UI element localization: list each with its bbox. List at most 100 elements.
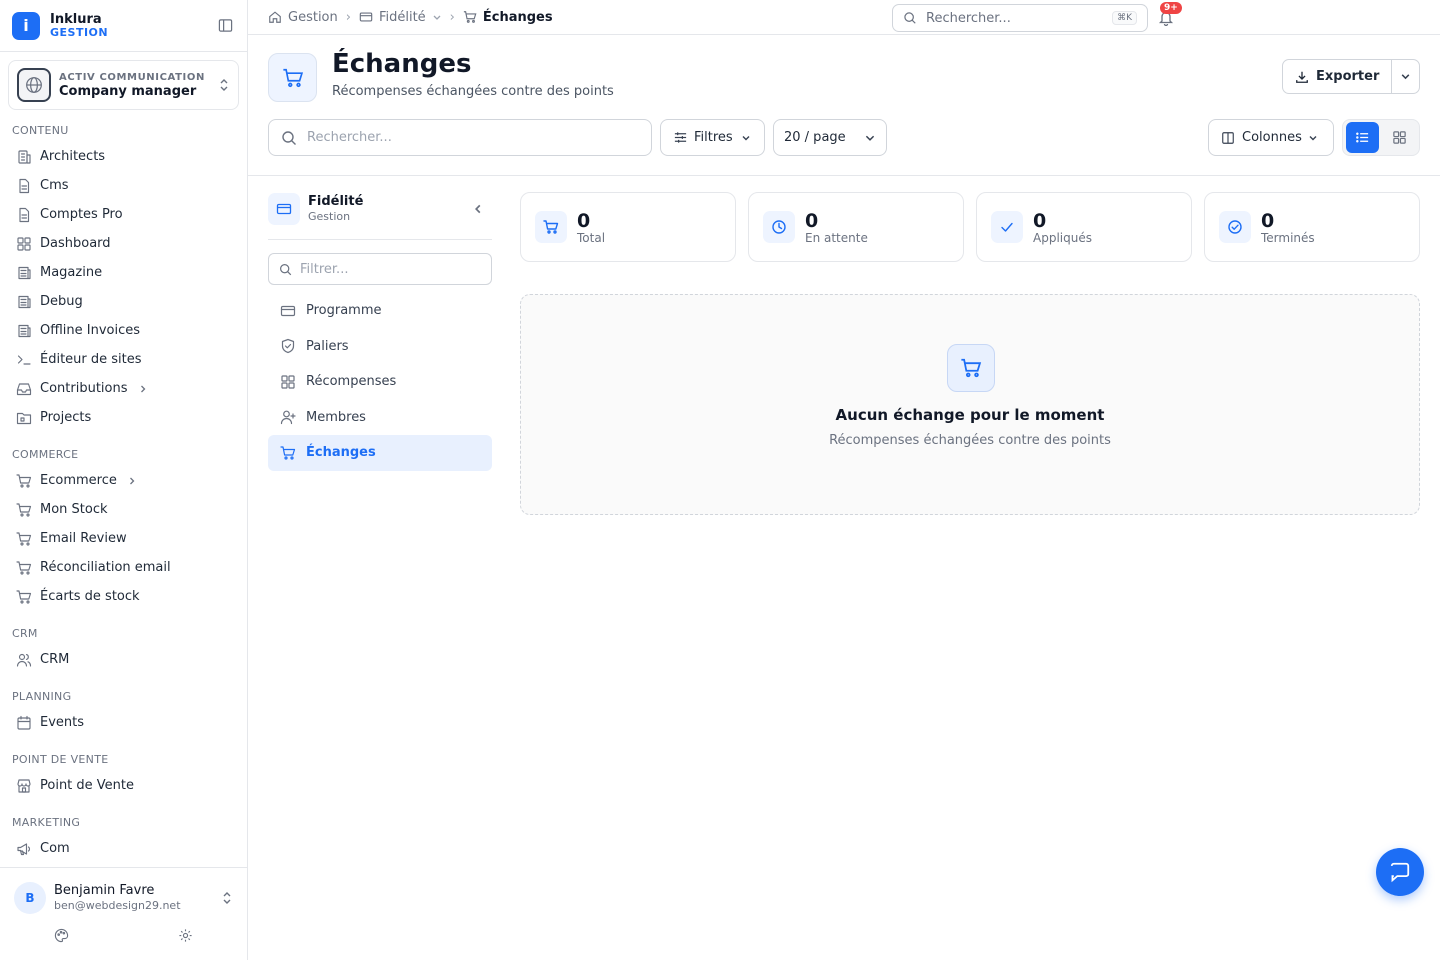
sidebar-item-offline-invoices[interactable]: Offline Invoices (0, 316, 247, 345)
list-view-button[interactable] (1346, 122, 1379, 153)
brand: i Inklura GESTION (0, 0, 247, 52)
chevron-down-icon (1308, 133, 1318, 143)
cart-icon (947, 344, 995, 392)
empty-state: Aucun échange pour le moment Récompenses… (520, 294, 1420, 515)
sidebar-item-label: Dashboard (40, 236, 111, 251)
sidebar-item-magazine[interactable]: Magazine (0, 258, 247, 287)
breadcrumb-current-label: Échanges (482, 9, 553, 25)
avatar: B (14, 882, 46, 914)
breadcrumb-parent-label: Fidélité (378, 9, 426, 25)
global-search-input[interactable]: Rechercher... ⌘K (892, 4, 1148, 32)
subnav-list: Programme Paliers Récompenses Membres Échang… (268, 293, 492, 471)
grid-view-button[interactable] (1383, 122, 1416, 153)
subnav-item-paliers[interactable]: Paliers (268, 329, 492, 365)
gear-icon[interactable] (178, 928, 193, 943)
chat-button[interactable] (1376, 848, 1424, 896)
sidebar-item-mon-stock[interactable]: Mon Stock (0, 495, 247, 524)
sidebar-toggle-icon[interactable] (215, 16, 235, 36)
sidebar-item-dashboard[interactable]: Dashboard (0, 229, 247, 258)
filters-button[interactable]: Filtres (660, 119, 765, 156)
cart-icon (16, 531, 32, 547)
chevron-right-icon (138, 384, 148, 394)
grid-icon (16, 236, 32, 252)
sidebar-item-projects[interactable]: Projects (0, 403, 247, 432)
stat-value: 0 (577, 210, 591, 232)
subnav-filter-input[interactable]: Filtrer... (268, 253, 492, 285)
sidebar: i Inklura GESTION ACTIV COMMUNICATION Co… (0, 0, 248, 960)
chevron-down-icon (432, 12, 442, 22)
search-icon (903, 11, 917, 25)
export-button[interactable]: Exporter (1283, 60, 1393, 93)
empty-state-subtitle: Récompenses échangées contre des points (829, 433, 1111, 448)
sidebar-item-ecarts-de-stock[interactable]: Écarts de stock (0, 582, 247, 611)
subnav-item-echanges[interactable]: Échanges (268, 435, 492, 471)
card-icon (268, 193, 300, 225)
search-input[interactable]: Rechercher... (268, 119, 652, 156)
export-button-group: Exporter (1282, 59, 1420, 94)
subnav-item-label: Récompenses (306, 374, 397, 390)
export-dropdown-button[interactable] (1392, 71, 1419, 82)
sidebar-item-label: Events (40, 715, 85, 730)
company-role: Company manager (59, 84, 197, 99)
breadcrumb-parent[interactable]: Fidélité (359, 10, 442, 25)
cart-icon (268, 53, 317, 102)
breadcrumb-root[interactable]: Gestion (268, 10, 338, 25)
user-menu[interactable]: B Benjamin Favre ben@webdesign29.net (0, 868, 247, 914)
search-icon (281, 130, 297, 146)
sidebar-item-label: Écarts de stock (40, 589, 140, 604)
sidebar-item-editeur-de-sites[interactable]: Éditeur de sites (0, 345, 247, 374)
sidebar-item-seo[interactable]: SEO (0, 863, 247, 866)
per-page-select[interactable]: 20 / page (773, 119, 887, 156)
stat-label: Total (577, 231, 606, 245)
company-switcher[interactable]: ACTIV COMMUNICATION Company manager (8, 60, 239, 110)
columns-button[interactable]: Colonnes (1208, 119, 1334, 156)
sidebar-item-email-review[interactable]: Email Review (0, 524, 247, 553)
chevron-down-icon (1401, 74, 1410, 80)
user-plus-icon (280, 409, 296, 425)
sidebar-item-events[interactable]: Events (0, 708, 247, 737)
breadcrumb-current: Échanges (463, 10, 553, 25)
nav-section-title: PLANNING (12, 690, 72, 703)
sidebar-item-cms[interactable]: Cms (0, 171, 247, 200)
sidebar-item-comptes-pro[interactable]: Comptes Pro (0, 200, 247, 229)
nav-section-title: CONTENU (12, 124, 69, 137)
subnav-item-label: Membres (306, 409, 366, 425)
breadcrumb-separator: › (449, 9, 455, 25)
sidebar-item-label: Mon Stock (40, 502, 108, 517)
page-header: Échanges Récompenses échangées contre de… (248, 35, 1440, 176)
user-email: ben@webdesign29.net (54, 899, 181, 912)
subnav-item-recompenses[interactable]: Récompenses (268, 364, 492, 400)
sidebar-item-ecommerce[interactable]: Ecommerce (0, 466, 247, 495)
sidebar-item-point-de-vente[interactable]: Point de Vente (0, 771, 247, 800)
calendar-icon (16, 715, 32, 731)
sidebar-item-reconciliation-email[interactable]: Réconciliation email (0, 553, 247, 582)
sidebar-item-label: Cms (40, 178, 69, 193)
document-icon (16, 207, 32, 223)
brand-name: Inklura (50, 11, 102, 27)
clock-icon (763, 211, 795, 243)
stat-card-total: 0 Total (520, 192, 736, 262)
chevron-left-icon[interactable] (472, 203, 484, 215)
subnav-title: Fidélité (308, 194, 364, 209)
sidebar-item-label: Réconciliation email (40, 560, 171, 575)
subnav-item-membres[interactable]: Membres (268, 400, 492, 436)
sidebar-item-architects[interactable]: Architects (0, 142, 247, 171)
subnav-item-programme[interactable]: Programme (268, 293, 492, 329)
download-icon (1295, 70, 1309, 84)
palette-icon[interactable] (54, 928, 69, 943)
sidebar-item-debug[interactable]: Debug (0, 287, 247, 316)
sidebar-item-crm[interactable]: CRM (0, 645, 247, 674)
export-label: Exporter (1316, 69, 1380, 84)
stat-card-termines: 0 Terminés (1204, 192, 1420, 262)
shield-icon (280, 338, 296, 354)
cart-icon (16, 502, 32, 518)
newspaper-icon (16, 323, 32, 339)
brand-logo[interactable]: i (12, 11, 40, 40)
sidebar-item-label: Com (40, 841, 70, 856)
cart-icon (16, 589, 32, 605)
grid-icon (280, 374, 296, 390)
topbar: Gestion › Fidélité › Échanges (248, 0, 1440, 35)
sidebar-item-com[interactable]: Com (0, 834, 247, 863)
sidebar-item-contributions[interactable]: Contributions (0, 374, 247, 403)
terminal-icon (16, 352, 32, 368)
